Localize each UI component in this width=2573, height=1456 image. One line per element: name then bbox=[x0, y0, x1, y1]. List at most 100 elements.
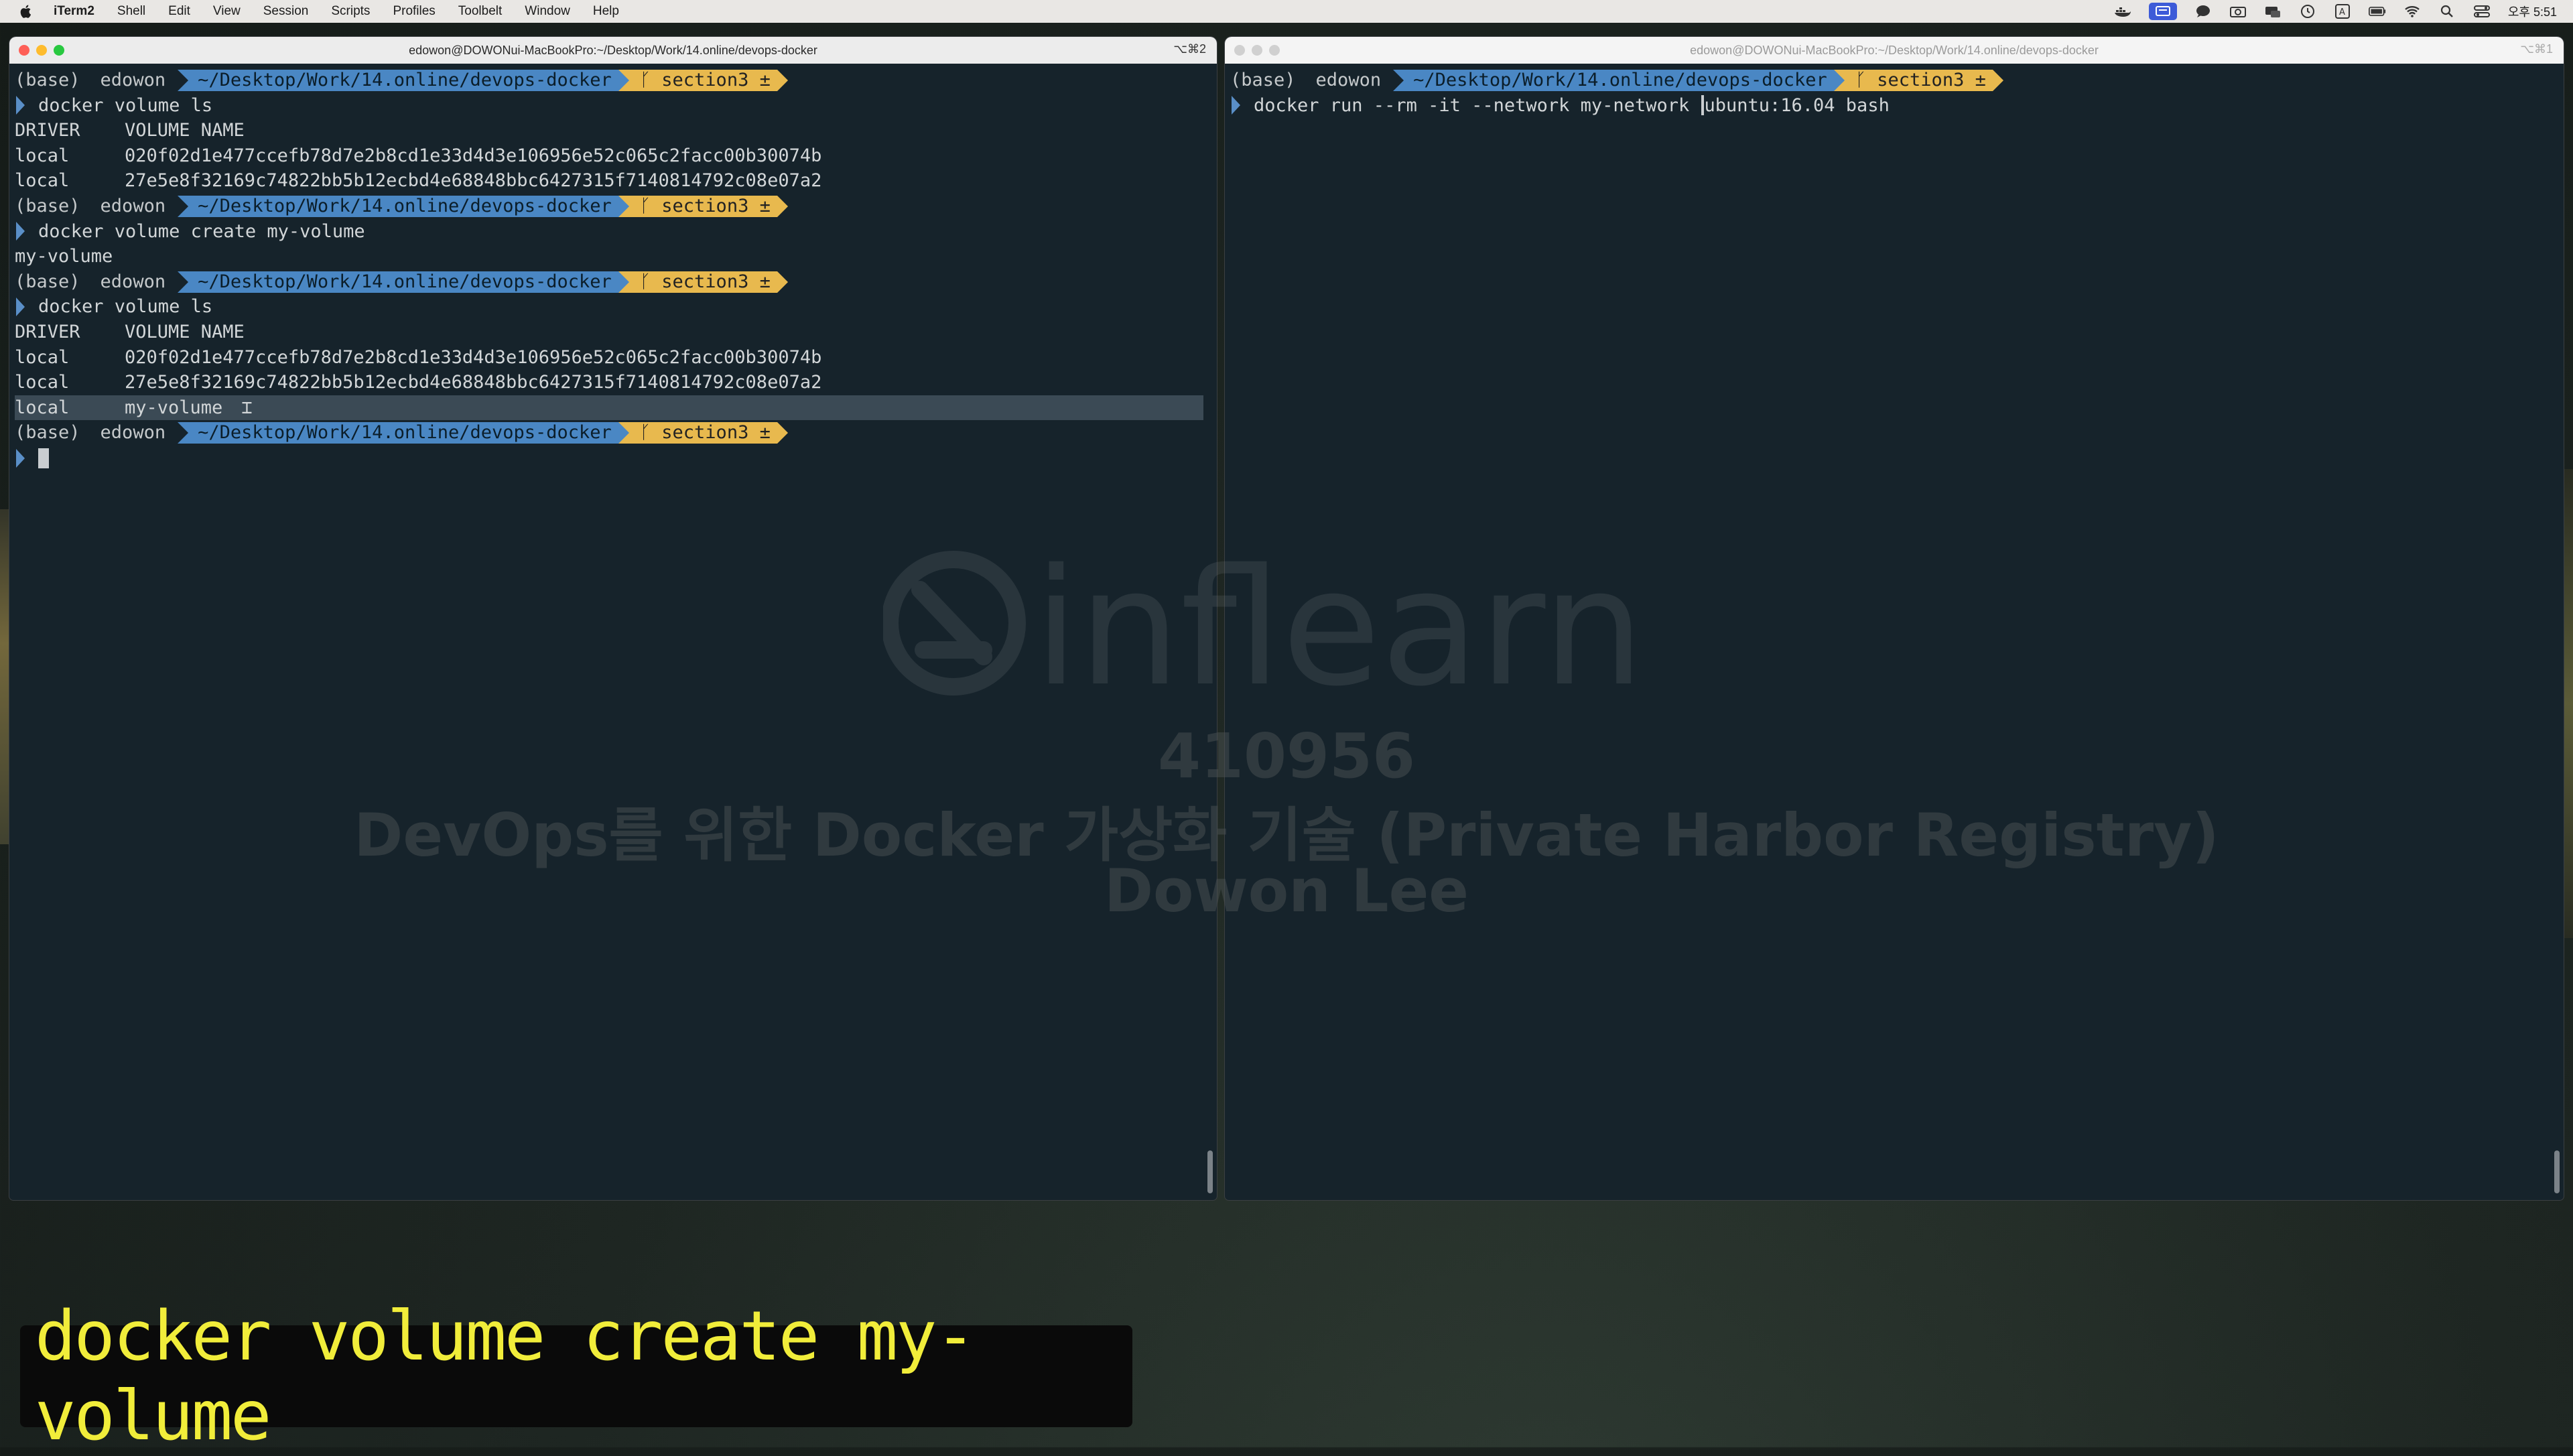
menu-profiles[interactable]: Profiles bbox=[393, 4, 435, 19]
wifi-icon[interactable] bbox=[2403, 4, 2421, 19]
header-driver: DRIVER bbox=[15, 120, 80, 141]
output-header: DRIVER VOLUME NAME bbox=[15, 320, 1201, 345]
conda-env: (base) bbox=[15, 70, 80, 90]
git-branch-icon: ᚴ bbox=[639, 69, 662, 90]
terminal-window-left[interactable]: edowon@DOWONui-MacBookPro:~/Desktop/Work… bbox=[9, 37, 1217, 1200]
conda-env: (base) bbox=[1230, 70, 1296, 90]
conda-env: (base) bbox=[15, 271, 80, 292]
menu-scripts[interactable]: Scripts bbox=[331, 4, 370, 19]
window-title: edowon@DOWONui-MacBookPro:~/Desktop/Work… bbox=[409, 43, 817, 57]
text-cursor-icon: ⌶ bbox=[241, 397, 253, 418]
chat-icon[interactable] bbox=[2194, 4, 2212, 19]
create-result: my-volume bbox=[15, 246, 113, 267]
prompt-git-segment: ᚴ section3 ± bbox=[618, 69, 788, 91]
prompt-user: edowon bbox=[100, 70, 166, 90]
docker-icon[interactable] bbox=[2114, 4, 2131, 19]
volume-driver: local bbox=[15, 145, 70, 166]
menu-help[interactable]: Help bbox=[593, 4, 619, 19]
prompt-git-segment: ᚴ section3 ± bbox=[618, 422, 788, 444]
menu-view[interactable]: View bbox=[213, 4, 241, 19]
command-line: docker volume ls bbox=[15, 294, 1201, 320]
command-line-active[interactable] bbox=[15, 446, 1201, 471]
prompt-git-segment: ᚴ section3 ± bbox=[618, 271, 788, 293]
command-line-active[interactable]: docker run --rm -it --network my-network… bbox=[1230, 93, 2548, 119]
prompt-line: (base) edowon ~/Desktop/Work/14.online/dev… bbox=[15, 68, 1201, 93]
input-source-icon[interactable]: A bbox=[2334, 4, 2351, 19]
prompt-path-segment: ~/Desktop/Work/14.online/devops-docker bbox=[178, 195, 629, 217]
command-text-after-cursor: ubuntu:16.04 bash bbox=[1704, 94, 1890, 116]
command-text: docker volume ls bbox=[38, 94, 213, 116]
volume-name: 27e5e8f32169c74822bb5b12ecbd4e68848bbc64… bbox=[125, 170, 822, 192]
close-button[interactable] bbox=[19, 45, 29, 56]
window-titlebar[interactable]: edowon@DOWONui-MacBookPro:~/Desktop/Work… bbox=[1225, 37, 2564, 64]
battery-icon[interactable] bbox=[2368, 4, 2386, 19]
window-shortcut: ⌥⌘2 bbox=[1173, 42, 1206, 56]
subtitle-caption: docker volume create my-volume bbox=[20, 1297, 1132, 1456]
terminal-output[interactable]: (base) edowon ~/Desktop/Work/14.online/dev… bbox=[1230, 68, 2548, 1200]
header-volume-name: VOLUME NAME bbox=[125, 321, 245, 342]
close-button[interactable] bbox=[1234, 45, 1245, 56]
git-branch-label: section3 ± bbox=[661, 69, 771, 90]
output-row: my-volume bbox=[15, 244, 1201, 269]
git-branch-label: section3 ± bbox=[661, 195, 771, 216]
prompt-arrow-icon bbox=[16, 222, 25, 241]
menu-window[interactable]: Window bbox=[525, 4, 570, 19]
volume-name-selected[interactable]: my-volume ⌶ bbox=[125, 395, 253, 421]
menu-bar: iTerm2 Shell Edit View Session Scripts P… bbox=[0, 0, 2573, 23]
prompt-line: (base) edowon ~/Desktop/Work/14.online/dev… bbox=[15, 420, 1201, 446]
conda-env: (base) bbox=[15, 422, 80, 444]
menu-app-name[interactable]: iTerm2 bbox=[54, 4, 94, 19]
prompt-path-segment: ~/Desktop/Work/14.online/devops-docker bbox=[1393, 69, 1845, 91]
volume-name-text: my-volume bbox=[125, 397, 223, 418]
zoom-button[interactable] bbox=[54, 45, 64, 56]
minimize-button[interactable] bbox=[36, 45, 47, 56]
volume-driver: local bbox=[15, 170, 70, 192]
output-row: local 020f02d1e477ccefb78d7e2b8cd1e33d4d3… bbox=[15, 345, 1201, 371]
output-row: local 27e5e8f32169c74822bb5b12ecbd4e68848… bbox=[15, 168, 1201, 194]
window-titlebar[interactable]: edowon@DOWONui-MacBookPro:~/Desktop/Work… bbox=[9, 37, 1217, 64]
zoom-button[interactable] bbox=[1269, 45, 1280, 56]
prompt-arrow-icon bbox=[1232, 96, 1240, 115]
prompt-user: edowon bbox=[100, 195, 166, 216]
screen-share-icon[interactable] bbox=[2148, 3, 2177, 20]
prompt-path-segment: ~/Desktop/Work/14.online/devops-docker bbox=[178, 69, 629, 91]
search-icon[interactable] bbox=[2438, 4, 2456, 19]
command-text: docker volume create my-volume bbox=[38, 220, 365, 242]
volume-driver: local bbox=[15, 346, 70, 368]
volume-name: 020f02d1e477ccefb78d7e2b8cd1e33d4d3e1069… bbox=[125, 346, 822, 368]
menu-session[interactable]: Session bbox=[263, 4, 309, 19]
window-controls bbox=[1234, 45, 1280, 56]
terminal-output[interactable]: (base) edowon ~/Desktop/Work/14.online/dev… bbox=[15, 68, 1203, 1200]
menu-edit[interactable]: Edit bbox=[168, 4, 190, 19]
prompt-path-segment: ~/Desktop/Work/14.online/devops-docker bbox=[178, 271, 629, 293]
git-branch-label: section3 ± bbox=[661, 422, 771, 444]
menu-shell[interactable]: Shell bbox=[117, 4, 145, 19]
terminal-cursor bbox=[38, 448, 49, 468]
volume-driver: local bbox=[15, 397, 70, 418]
minimize-button[interactable] bbox=[1252, 45, 1262, 56]
prompt-path-segment: ~/Desktop/Work/14.online/devops-docker bbox=[178, 422, 629, 444]
git-branch-icon: ᚴ bbox=[639, 422, 662, 444]
header-volume-name: VOLUME NAME bbox=[125, 120, 245, 141]
time-machine-icon[interactable] bbox=[2299, 4, 2316, 19]
scrollbar[interactable] bbox=[2554, 1150, 2560, 1193]
control-center-icon[interactable] bbox=[2473, 4, 2491, 19]
apple-icon[interactable] bbox=[19, 3, 34, 19]
prompt-git-segment: ᚴ section3 ± bbox=[618, 195, 788, 217]
git-branch-icon: ᚴ bbox=[639, 271, 662, 292]
conda-env: (base) bbox=[15, 195, 80, 216]
command-line: docker volume create my-volume bbox=[15, 219, 1201, 245]
output-row-highlighted: local my-volume ⌶ bbox=[15, 395, 1203, 421]
terminal-window-right[interactable]: edowon@DOWONui-MacBookPro:~/Desktop/Work… bbox=[1225, 37, 2564, 1200]
prompt-arrow-icon bbox=[16, 96, 25, 115]
menubar-clock[interactable]: 오후 5:51 bbox=[2508, 3, 2557, 20]
command-text-before-cursor: docker run --rm -it --network my-network bbox=[1254, 94, 1701, 116]
status-area: A 오후 5:51 bbox=[2114, 0, 2557, 23]
camera-icon[interactable] bbox=[2229, 4, 2247, 19]
vpn-icon[interactable] bbox=[2264, 4, 2282, 19]
menu-toolbelt[interactable]: Toolbelt bbox=[458, 4, 503, 19]
git-branch-icon: ᚴ bbox=[639, 195, 662, 216]
scrollbar[interactable] bbox=[1207, 1150, 1213, 1193]
window-controls bbox=[19, 45, 64, 56]
caption-text: docker volume create my-volume bbox=[35, 1297, 976, 1456]
